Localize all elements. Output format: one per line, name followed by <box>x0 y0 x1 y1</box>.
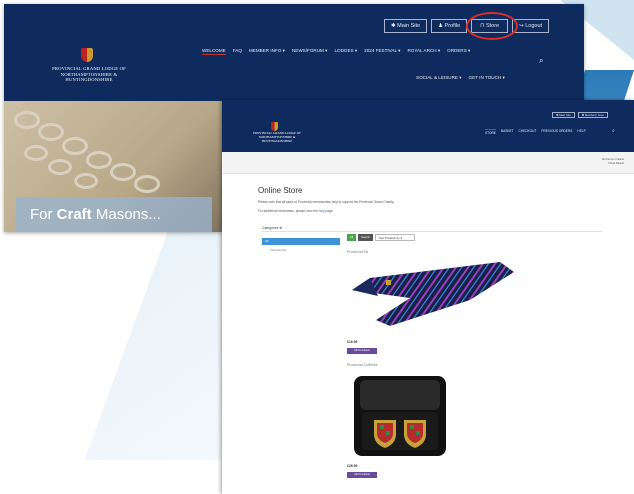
store-header: PROVINCIAL GRAND LODGE OF NORTHAMPTONSHI… <box>222 100 634 152</box>
product-name[interactable]: Provincial Tie <box>347 250 368 254</box>
crest-icon <box>271 122 278 131</box>
chain-link <box>110 163 136 181</box>
chain-link <box>14 111 40 129</box>
category-merchandise[interactable]: – Merchandise <box>268 248 286 252</box>
sort-select[interactable]: Sort Products by ▾ <box>374 234 415 241</box>
store-highlight-circle <box>466 12 518 40</box>
nav-get-in-touch[interactable]: GET IN TOUCH ▾ <box>469 75 505 81</box>
nav-lodges[interactable]: LODGES ▾ <box>334 48 357 55</box>
check-basket-link[interactable]: Check Basket <box>602 162 624 166</box>
nav-festival[interactable]: 2024 FESTIVAL ▾ <box>364 48 400 55</box>
crest-icon <box>81 48 93 62</box>
nav-welcome[interactable]: WELCOME <box>202 48 226 55</box>
add-to-basket-button[interactable]: Add to basket <box>347 472 377 478</box>
chain-link <box>24 145 48 161</box>
main-site-button[interactable]: ✱ Main Site <box>552 112 575 118</box>
nav-orders[interactable]: ORDERS ▾ <box>447 48 470 55</box>
main-nav-row2: SOCIAL & LEISURE ▾ GET IN TOUCH ▾ <box>416 75 505 81</box>
members-area-button[interactable]: ✱ Members' Area <box>577 112 608 118</box>
main-site-button[interactable]: ✱ Main Site <box>384 19 428 33</box>
nav-social-leisure[interactable]: SOCIAL & LEISURE ▾ <box>416 75 462 81</box>
product-name[interactable]: Provincial Cufflinks <box>347 363 377 367</box>
store-nav: STORE BASKET CHECKOUT PREVIOUS ORDERS HE… <box>485 129 586 135</box>
store-top-buttons: ✱ Main Site ✱ Members' Area <box>552 112 608 118</box>
front-screenshot: PROVINCIAL GRAND LODGE OF NORTHAMPTONSHI… <box>222 100 634 494</box>
nav-help[interactable]: HELP <box>577 129 585 135</box>
chain-link <box>74 173 98 189</box>
search-icon[interactable]: ⌕ <box>612 128 615 134</box>
category-all[interactable]: All <box>262 238 340 245</box>
basket-strip: Not Items in basket Check Basket <box>222 152 634 174</box>
nav-faq[interactable]: FAQ <box>233 48 242 55</box>
site-logo-text[interactable]: PROVINCIAL GRAND LODGE OF NORTHAMPTONSHI… <box>34 66 144 83</box>
help-text: For additional information, please view … <box>258 209 334 213</box>
basket-status: Not Items in basket Check Basket <box>601 158 624 166</box>
chain-link <box>62 137 88 155</box>
filter-bar: All Search Sort Products by ▾ <box>347 234 415 241</box>
product-price: £16.99 <box>347 340 358 344</box>
chain-link <box>38 123 64 141</box>
add-to-basket-button[interactable]: Add to basket <box>347 348 377 354</box>
chain-link <box>134 175 160 193</box>
search-button[interactable]: Search <box>358 234 373 241</box>
store-logo-text[interactable]: PROVINCIAL GRAND LODGE OF NORTHAMPTONSHI… <box>242 131 312 143</box>
nav-store[interactable]: STORE <box>485 129 496 135</box>
categories-label[interactable]: Categories ⊕ <box>262 226 282 230</box>
nav-royal-arch[interactable]: ROYAL ARCH ▾ <box>407 48 440 55</box>
nav-news-forum[interactable]: NEWS/FORUM ▾ <box>292 48 327 55</box>
nav-member-info[interactable]: MEMBER INFO ▾ <box>249 48 285 55</box>
hero-caption: For Craft Masons... <box>16 197 212 232</box>
all-button[interactable]: All <box>347 234 357 241</box>
chain-link <box>86 151 112 169</box>
back-header: PROVINCIAL GRAND LODGE OF NORTHAMPTONSHI… <box>4 4 584 101</box>
intro-text: Please note that all sales of Provincial… <box>258 200 395 204</box>
search-icon[interactable]: ⌕ <box>539 56 543 66</box>
chain-link <box>48 159 72 175</box>
cufflinks-image[interactable] <box>352 374 448 458</box>
tie-image[interactable] <box>350 260 516 330</box>
nav-previous-orders[interactable]: PREVIOUS ORDERS <box>541 129 572 135</box>
profile-button[interactable]: ♟ Profile <box>431 19 468 33</box>
product-price: £26.99 <box>347 464 358 468</box>
nav-checkout[interactable]: CHECKOUT <box>519 129 537 135</box>
divider <box>262 231 602 232</box>
nav-basket[interactable]: BASKET <box>501 129 514 135</box>
page-title: Online Store <box>258 186 303 195</box>
main-nav: WELCOME FAQ MEMBER INFO ▾ NEWS/FORUM ▾ L… <box>202 48 470 55</box>
